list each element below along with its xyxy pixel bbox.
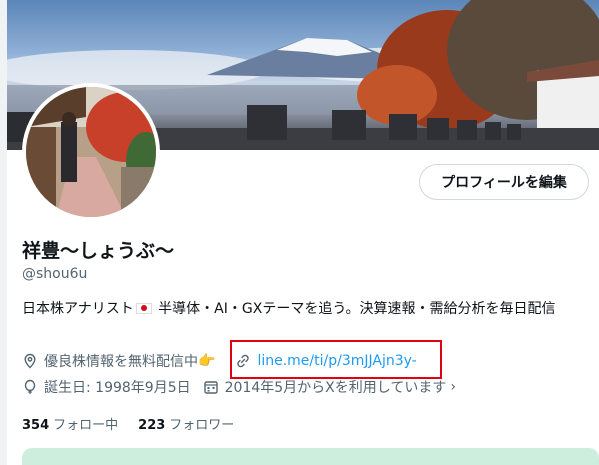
bio-text-1: 日本株アナリスト [22, 301, 134, 317]
birthday-item: 誕生日: 1998年9月5日 [22, 377, 191, 397]
chevron-right-icon: › [450, 379, 456, 395]
birthday-text: 誕生日: 1998年9月5日 [44, 380, 191, 396]
joined-item[interactable]: 2014年5月からXを利用しています › [203, 377, 456, 397]
green-card [22, 448, 599, 465]
following-link[interactable]: 354 フォロー中 [22, 414, 118, 433]
joined-text: 2014年5月からXを利用しています [224, 380, 447, 396]
edit-profile-button[interactable]: プロフィールを編集 [419, 164, 589, 200]
balloon-icon [22, 379, 38, 395]
avatar-image [26, 87, 156, 217]
location-pin-icon [22, 353, 38, 369]
bio: 日本株アナリスト 半導体・AI・GXテーマを追う。決算速報・需給分析を毎日配信 [22, 298, 587, 320]
followers-label: フォロワー [169, 418, 235, 433]
user-handle: @shou6u [22, 266, 88, 282]
bio-text-2: 半導体・AI・GXテーマを追う。決算速報・需給分析を毎日配信 [153, 301, 556, 317]
following-label: フォロー中 [53, 418, 119, 433]
avatar[interactable] [22, 83, 160, 221]
following-count: 354 [22, 418, 50, 433]
calendar-icon [203, 379, 219, 395]
left-border [0, 0, 7, 465]
highlight-annotation [230, 340, 442, 379]
followers-link[interactable]: 223 フォロワー [138, 414, 234, 433]
pointing-hand-icon: 👉 [198, 353, 216, 369]
display-name: 祥豊〜しょうぶ〜 [22, 240, 175, 262]
meta-row-dates: 誕生日: 1998年9月5日 2014年5月からXを利用しています › [22, 377, 468, 397]
location-item: 優良株情報を無料配信中 👉 [22, 351, 215, 371]
followers-count: 223 [138, 418, 166, 433]
follow-stats: 354 フォロー中 223 フォロワー [22, 414, 254, 433]
japan-flag-icon [135, 303, 152, 314]
location-text: 優良株情報を無料配信中 [44, 354, 198, 370]
